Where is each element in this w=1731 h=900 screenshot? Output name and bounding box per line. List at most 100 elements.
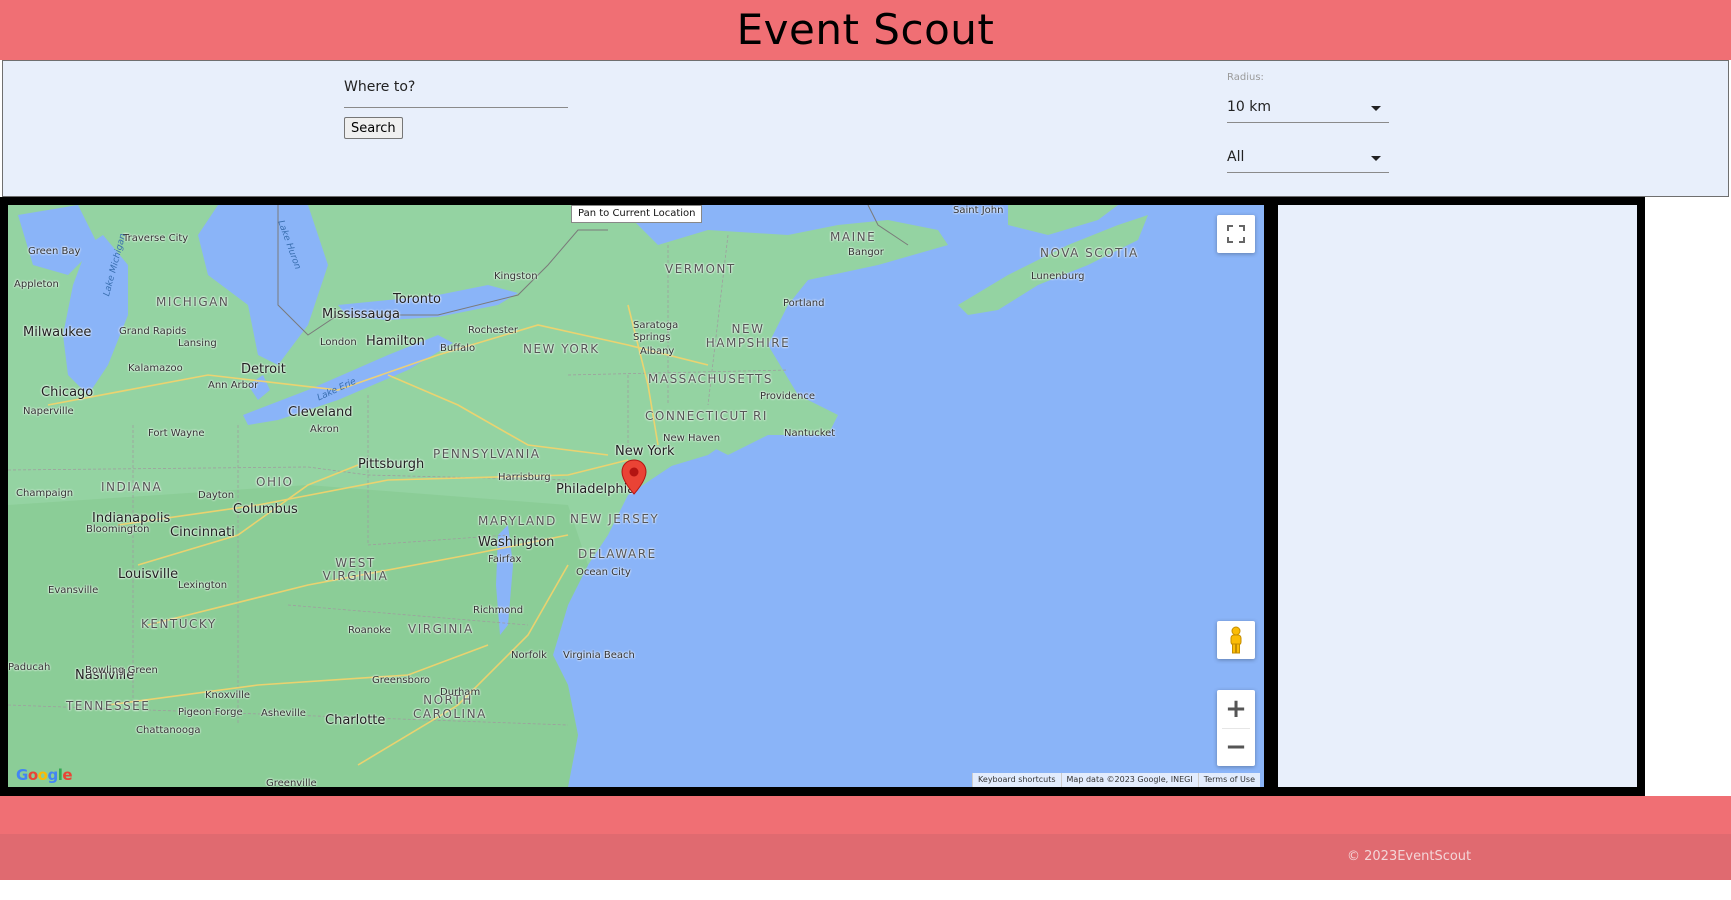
state-label: VIRGINIA [408, 622, 474, 636]
city-label: Naperville [23, 406, 74, 417]
category-value: All [1227, 149, 1245, 165]
city-label: London [320, 337, 357, 348]
city-label: Chicago [41, 385, 94, 400]
city-label: Fort Wayne [148, 428, 205, 439]
state-label: DELAWARE [578, 547, 657, 561]
city-label: Bloomington [86, 524, 150, 535]
city-label: Richmond [473, 605, 524, 616]
state-label: KENTUCKY [141, 617, 217, 631]
state-label: TENNESSEE [66, 699, 151, 713]
city-label: Louisville [118, 567, 179, 582]
city-label: Evansville [48, 585, 99, 596]
state-label: MASSACHUSETTS [648, 372, 773, 386]
map-data-text: Map data ©2023 Google, INEGI [1060, 773, 1198, 787]
fullscreen-button[interactable] [1217, 215, 1255, 253]
city-label: Paducah [8, 662, 51, 673]
state-label: PENNSYLVANIA [433, 447, 541, 461]
city-label: New Haven [663, 433, 721, 444]
city-label: Greenville [266, 778, 317, 787]
keyboard-shortcuts-link[interactable]: Keyboard shortcuts [972, 773, 1061, 787]
caret-down-icon [1371, 156, 1381, 161]
zoom-in-button[interactable]: + [1217, 690, 1255, 728]
search-panel: Where to? Search Radius: 10 km All [2, 60, 1729, 197]
radius-caption: Radius: [1227, 72, 1264, 83]
state-label: NOVA SCOTIA [1040, 246, 1139, 260]
city-label: Lunenburg [1031, 271, 1085, 282]
city-label: Portland [783, 298, 825, 309]
pan-to-location-button[interactable]: Pan to Current Location [571, 205, 703, 223]
caret-down-icon [1371, 106, 1381, 111]
city-label: Norfolk [511, 650, 547, 661]
city-label: Lansing [178, 338, 217, 349]
city-label: Appleton [14, 279, 59, 290]
city-label: Saratoga Springs [633, 320, 679, 343]
city-label: Pittsburgh [358, 457, 425, 472]
state-label: MICHIGAN [156, 295, 230, 309]
results-panel [1278, 205, 1637, 787]
footer: © 2023EventScout [0, 834, 1731, 880]
pegman-icon [1230, 626, 1242, 654]
terms-link[interactable]: Terms of Use [1197, 773, 1260, 787]
city-label: Fairfax [488, 554, 522, 565]
city-label: Cincinnati [170, 525, 235, 540]
map-attribution: Keyboard shortcuts Map data ©2023 Google… [972, 773, 1260, 787]
city-label: Grand Rapids [119, 326, 187, 337]
city-label: Kingston [494, 271, 538, 282]
city-label: Greensboro [372, 675, 430, 686]
state-label: NEW HAMPSHIRE [705, 322, 791, 350]
city-label: Asheville [261, 708, 306, 719]
copyright-text: © 2023EventScout [1347, 849, 1472, 864]
city-label: Nantucket [784, 428, 836, 439]
zoom-out-button[interactable]: − [1217, 728, 1255, 766]
state-label: OHIO [256, 475, 294, 489]
state-label: INDIANA [101, 480, 163, 494]
search-button[interactable]: Search [344, 117, 403, 139]
state-label: RI [753, 409, 768, 423]
state-label: CONNECTICUT [645, 409, 749, 423]
city-label: Bangor [848, 247, 884, 258]
city-label: Toronto [393, 292, 441, 307]
city-label: Charlotte [325, 713, 386, 728]
google-logo: Google [16, 766, 73, 784]
city-label: Roanoke [348, 625, 391, 636]
city-label: Albany [640, 346, 675, 357]
state-label: MAINE [830, 230, 877, 244]
map-frame: MICHIGAN VERMONT MAINE NOVA SCOTIA NEW H… [0, 197, 1645, 796]
city-label: Akron [310, 424, 339, 435]
city-label: Hamilton [366, 334, 425, 349]
radius-select[interactable]: 10 km [1227, 97, 1389, 123]
city-label: Bowling Green [85, 665, 158, 676]
category-select[interactable]: All [1227, 147, 1389, 173]
city-label: Virginia Beach [563, 650, 635, 661]
city-label: Saint John [953, 205, 1004, 216]
app-header: Event Scout [0, 0, 1731, 60]
page-title: Event Scout [736, 5, 995, 54]
city-label: Columbus [233, 502, 298, 517]
city-label: Pigeon Forge [178, 707, 243, 718]
city-label: Ocean City [576, 567, 631, 578]
zoom-control: + − [1217, 690, 1255, 766]
city-label: Traverse City [123, 233, 189, 244]
fullscreen-icon [1227, 225, 1245, 243]
radius-value: 10 km [1227, 99, 1272, 115]
map-base [8, 205, 1264, 787]
city-label: Champaign [16, 488, 74, 499]
map[interactable]: MICHIGAN VERMONT MAINE NOVA SCOTIA NEW H… [8, 205, 1264, 787]
city-label: Durham [440, 687, 481, 698]
location-input-underline [344, 107, 568, 108]
city-label: Mississauga [322, 307, 400, 322]
city-label: Lexington [178, 580, 228, 591]
street-view-button[interactable] [1217, 621, 1255, 659]
city-label: Washington [478, 535, 555, 550]
city-label: Harrisburg [498, 472, 551, 483]
city-label: Ann Arbor [208, 380, 259, 391]
location-pin-icon[interactable] [621, 459, 647, 495]
state-label: WEST VIRGINIA [322, 556, 389, 583]
city-label: Buffalo [440, 343, 476, 354]
city-label: Rochester [468, 325, 518, 336]
state-label: VERMONT [665, 262, 736, 276]
footer-band [0, 796, 1731, 834]
location-input[interactable]: Where to? [344, 79, 415, 95]
city-label: Detroit [241, 362, 286, 377]
state-label: NEW JERSEY [570, 512, 660, 526]
